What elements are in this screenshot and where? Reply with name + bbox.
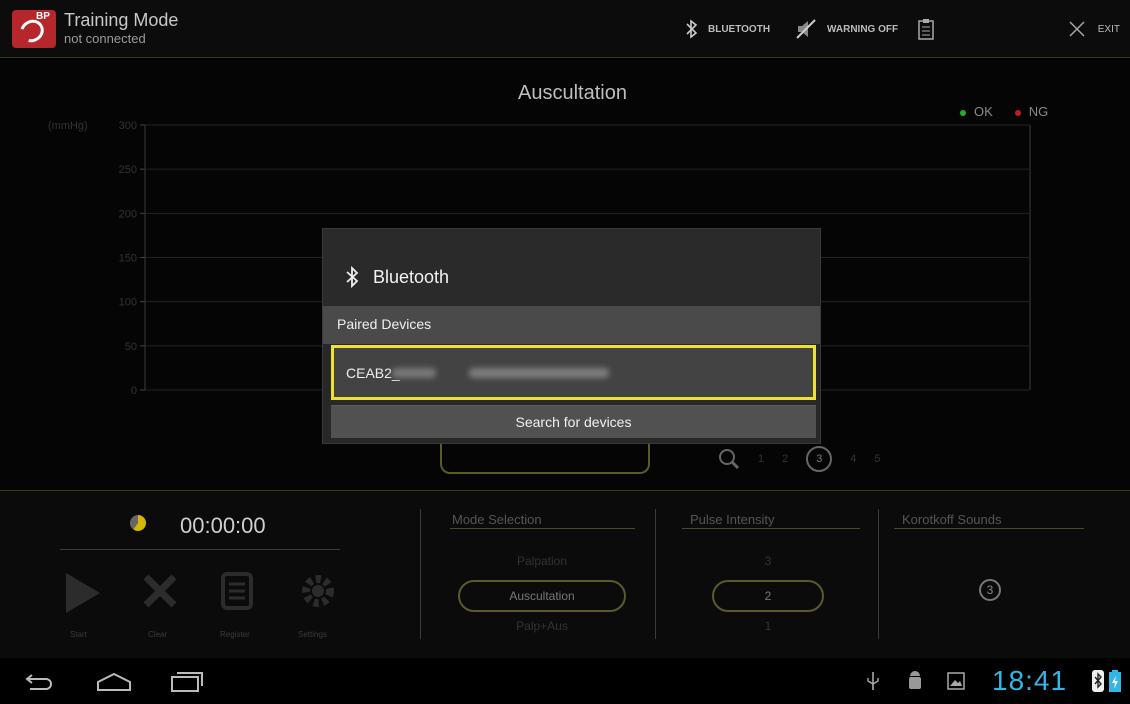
- search-devices-button[interactable]: Search for devices: [331, 405, 816, 438]
- device-id-redacted: [392, 368, 436, 378]
- dialog-header: Bluetooth: [323, 229, 820, 305]
- device-address-redacted: [469, 368, 609, 378]
- paired-devices-header: Paired Devices: [323, 306, 820, 344]
- bluetooth-dialog: Bluetooth Paired Devices CEAB2_ Search f…: [322, 228, 821, 444]
- dialog-title: Bluetooth: [373, 267, 450, 287]
- bluetooth-icon: [346, 266, 359, 288]
- paired-devices-label: Paired Devices: [337, 316, 432, 332]
- paired-device-item[interactable]: CEAB2_: [331, 345, 816, 400]
